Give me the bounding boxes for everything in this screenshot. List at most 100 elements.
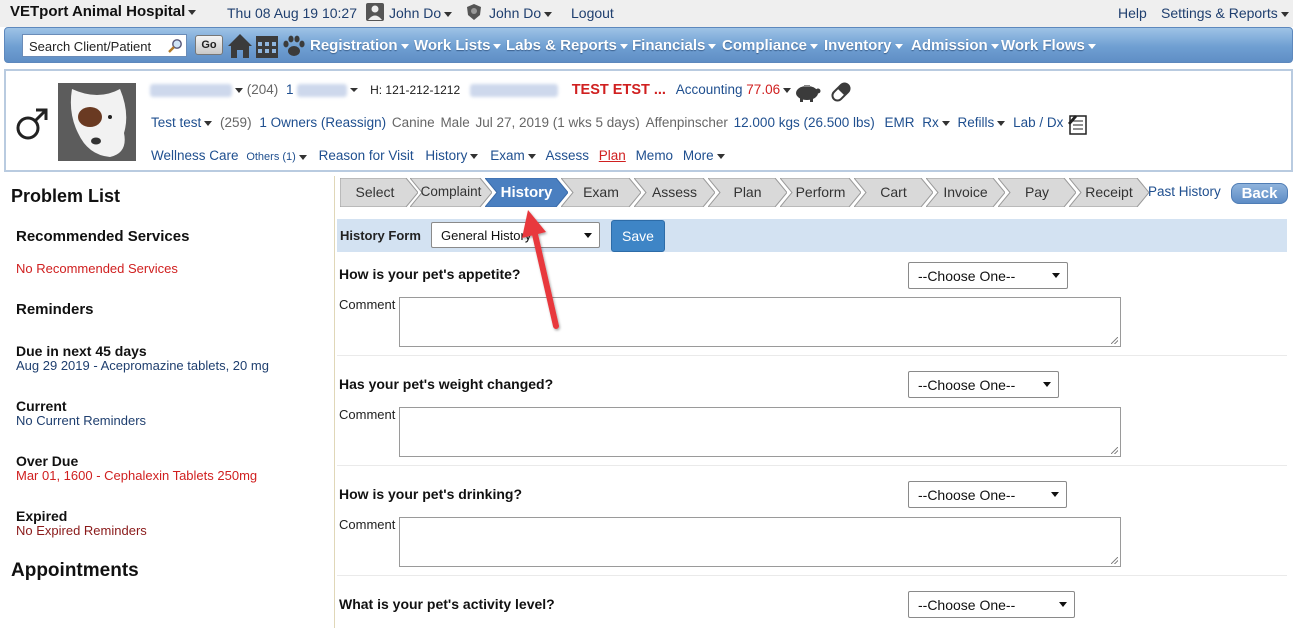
- assess-link[interactable]: Assess: [545, 148, 589, 163]
- user-icon: [366, 3, 384, 21]
- home-icon[interactable]: [227, 32, 253, 60]
- overdue-heading: Over Due: [16, 453, 79, 469]
- step-perform[interactable]: Perform: [780, 178, 861, 207]
- main-nav: Search Client/Patient Go Registration Wo…: [4, 27, 1293, 63]
- divider: [337, 355, 1287, 356]
- patient-header: (204) 1 H: 121-212-1212 TEST ETST ... Ac…: [4, 69, 1293, 172]
- recommended-services-heading: Recommended Services: [16, 228, 190, 245]
- nav-work-lists[interactable]: Work Lists: [414, 37, 502, 54]
- step-history[interactable]: History: [485, 178, 568, 207]
- past-history-link[interactable]: Past History: [1148, 184, 1221, 199]
- comment-label: Comment: [339, 297, 396, 312]
- emr-link[interactable]: EMR: [885, 115, 915, 130]
- search-input[interactable]: Search Client/Patient: [22, 34, 187, 57]
- logout-link[interactable]: Logout: [571, 5, 614, 21]
- weight-link[interactable]: 12.000 kgs (26.500 lbs): [734, 115, 875, 130]
- top-bar: VETport Animal Hospital Thu 08 Aug 19 10…: [0, 0, 1293, 27]
- more-menu[interactable]: More: [683, 148, 725, 163]
- reason-for-visit-link[interactable]: Reason for Visit: [319, 148, 414, 163]
- accounting-link[interactable]: Accounting: [676, 82, 743, 97]
- client-email-blurred: [469, 83, 558, 97]
- overdue-reminder[interactable]: Mar 01, 1600 - Cephalexin Tablets 250mg: [16, 468, 257, 483]
- back-button[interactable]: Back: [1231, 183, 1288, 204]
- nav-compliance[interactable]: Compliance: [722, 37, 819, 54]
- due-heading: Due in next 45 days: [16, 343, 147, 359]
- paw-icon[interactable]: [282, 32, 306, 60]
- history-form-select[interactable]: General History: [431, 222, 600, 248]
- step-select[interactable]: Select: [340, 178, 418, 207]
- due-reminder[interactable]: Aug 29 2019 - Acepromazine tablets, 20 m…: [16, 358, 269, 373]
- client-row: (204) 1 H: 121-212-1212 TEST ETST ... Ac…: [150, 82, 792, 98]
- hospital-selector[interactable]: VETport Animal Hospital: [10, 3, 197, 20]
- chevron-down-icon: [544, 11, 553, 17]
- step-receipt[interactable]: Receipt: [1069, 178, 1149, 207]
- problem-list-heading[interactable]: Problem List: [11, 186, 120, 207]
- document-edit-icon[interactable]: [1067, 113, 1091, 135]
- chevron-down-icon: [584, 233, 592, 238]
- comment-label: Comment: [339, 517, 396, 532]
- settings-reports-menu[interactable]: Settings & Reports: [1161, 5, 1289, 21]
- history-menu[interactable]: History: [425, 148, 479, 163]
- nav-admission[interactable]: Admission: [911, 37, 999, 54]
- nav-registration[interactable]: Registration: [310, 37, 409, 54]
- owners-reassign-link[interactable]: 1 Owners (Reassign): [259, 115, 386, 130]
- step-pay[interactable]: Pay: [998, 178, 1076, 207]
- weight-comment-field[interactable]: [399, 407, 1121, 457]
- doctor-badge-icon: [467, 4, 481, 20]
- wellness-care-link[interactable]: Wellness Care: [151, 148, 239, 163]
- current-reminders-value: No Current Reminders: [16, 413, 147, 428]
- step-cart[interactable]: Cart: [854, 178, 933, 207]
- nav-work-flows[interactable]: Work Flows: [1001, 37, 1096, 54]
- appointments-heading[interactable]: Appointments: [11, 560, 139, 582]
- panel-divider: [334, 176, 335, 628]
- help-link[interactable]: Help: [1118, 5, 1147, 21]
- pet-name-menu[interactable]: Test test: [151, 115, 213, 130]
- step-invoice[interactable]: Invoice: [926, 178, 1005, 207]
- chevron-down-icon: [188, 9, 197, 15]
- refills-menu[interactable]: Refills: [958, 115, 1006, 130]
- go-button[interactable]: Go: [195, 35, 223, 55]
- appetite-select[interactable]: --Choose One--: [908, 262, 1068, 289]
- lab-dx-link[interactable]: Lab / Dx: [1013, 115, 1063, 130]
- plan-link[interactable]: Plan: [599, 148, 626, 163]
- nav-inventory[interactable]: Inventory: [824, 37, 903, 54]
- user-menu[interactable]: John Do: [389, 5, 453, 21]
- current-heading: Current: [16, 398, 67, 414]
- nav-labs-reports[interactable]: Labs & Reports: [506, 37, 628, 54]
- drinking-comment-field[interactable]: [399, 517, 1121, 567]
- divider: [337, 465, 1287, 466]
- save-button[interactable]: Save: [611, 220, 665, 252]
- step-complaint[interactable]: Complaint: [410, 178, 492, 207]
- calendar-icon[interactable]: [255, 32, 279, 60]
- question-weight: Has your pet's weight changed?: [339, 376, 554, 392]
- doctor-menu[interactable]: John Do: [489, 5, 553, 21]
- appetite-comment-field[interactable]: [399, 297, 1121, 347]
- drinking-select[interactable]: --Choose One--: [908, 481, 1067, 508]
- search-icon[interactable]: [167, 38, 183, 54]
- visit-links-row: Wellness Care Others (1) Reason for Visi…: [151, 148, 725, 163]
- patient-photo[interactable]: [58, 83, 136, 161]
- dog-photo-icon: [58, 83, 136, 161]
- pet-row: Test test (259) 1 Owners (Reassign) Cani…: [151, 115, 1064, 130]
- client-flag[interactable]: TEST ETST ...: [572, 82, 666, 98]
- client-name-blurred[interactable]: [150, 83, 232, 97]
- step-assess[interactable]: Assess: [634, 178, 715, 207]
- current-datetime: Thu 08 Aug 19 10:27: [227, 5, 357, 21]
- weight-select[interactable]: --Choose One--: [908, 371, 1059, 398]
- others-menu[interactable]: Others (1): [246, 151, 307, 163]
- activity-select[interactable]: --Choose One--: [908, 591, 1075, 618]
- memo-link[interactable]: Memo: [636, 148, 674, 163]
- pill-icon[interactable]: [829, 81, 853, 103]
- client-phone: H: 121-212-1212: [370, 83, 461, 97]
- expired-heading: Expired: [16, 508, 68, 524]
- exam-menu[interactable]: Exam: [490, 148, 536, 163]
- accounting-balance[interactable]: 77.06: [746, 82, 780, 97]
- step-exam[interactable]: Exam: [561, 178, 641, 207]
- rx-menu[interactable]: Rx: [922, 115, 950, 130]
- nav-financials[interactable]: Financials: [632, 37, 717, 54]
- history-form-label: History Form: [340, 228, 421, 243]
- step-plan[interactable]: Plan: [708, 178, 787, 207]
- piggy-bank-icon[interactable]: [793, 82, 821, 102]
- male-sex-icon: [16, 108, 48, 140]
- question-appetite: How is your pet's appetite?: [339, 266, 521, 282]
